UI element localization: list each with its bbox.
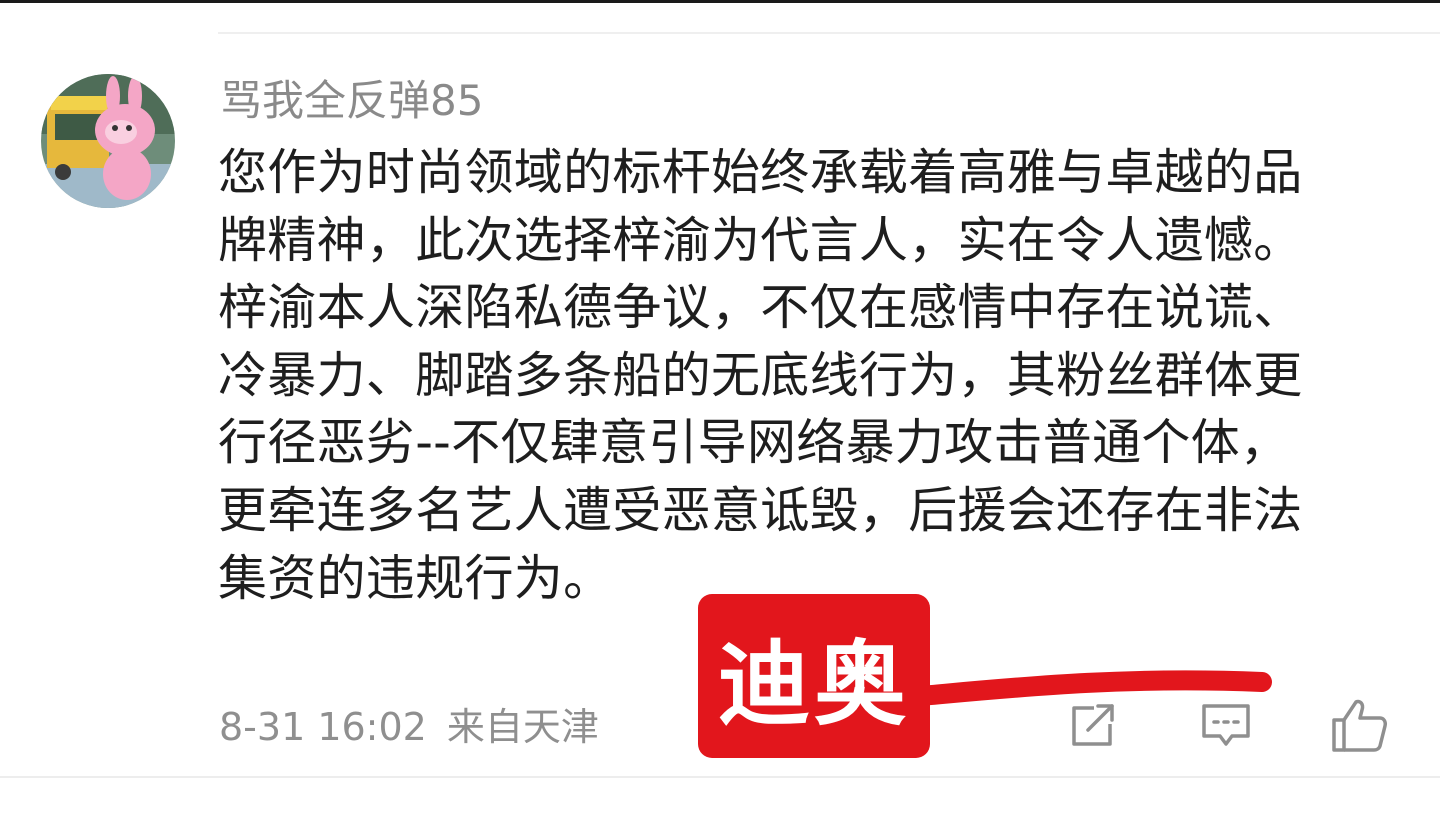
comment-line: 您作为时尚领域的标杆始终承载着高雅与卓越的品	[218, 144, 1303, 201]
bottom-divider	[0, 776, 1440, 778]
comment-line: 行径恶劣--不仅肆意引导网络暴力攻击普通个体，	[218, 414, 1290, 472]
location: 来自天津	[446, 705, 599, 749]
avatar[interactable]	[41, 74, 175, 208]
comment-line: 冷暴力、脚踏多条船的无底线行为，其粉丝群体更	[218, 346, 1303, 404]
comment-line: 更牵连多名艺人遭受恶意诋毁，后援会还存在非法	[218, 481, 1303, 539]
username[interactable]: 骂我全反弹85	[220, 76, 483, 126]
comment-meta: 8-31 16:02 来自天津	[219, 704, 599, 750]
brand-badge: 迪奥	[698, 594, 930, 758]
comment-bubble-icon[interactable]	[1198, 700, 1254, 752]
thumbs-up-icon[interactable]	[1330, 696, 1387, 752]
comment-line: 梓渝本人深陷私德争议，不仅在感情中存在说谎、	[218, 279, 1303, 337]
timestamp: 8-31 16:02	[219, 705, 427, 749]
top-divider	[218, 32, 1440, 34]
top-border	[0, 0, 1440, 3]
share-icon[interactable]	[1066, 700, 1122, 752]
comment-text: 您作为时尚领域的标杆始终承载着高雅与卓越的品 牌精神，此次选择梓渝为代言人，实在…	[218, 139, 1408, 612]
avatar-image	[41, 74, 175, 208]
comment-line: 牌精神，此次选择梓渝为代言人，实在令人遗憾。	[218, 211, 1303, 269]
brand-badge-text: 迪奥	[717, 630, 910, 738]
